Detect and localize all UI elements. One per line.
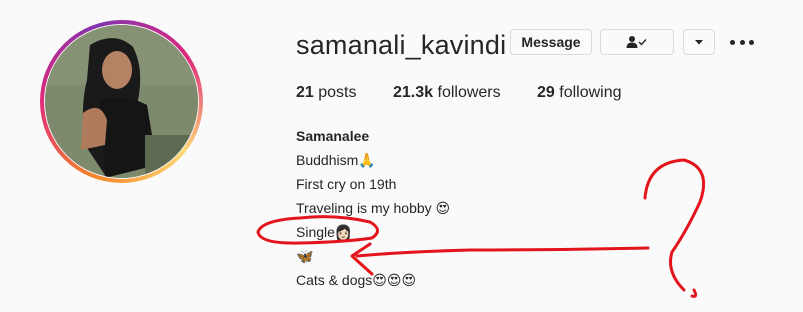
message-button[interactable]: Message: [510, 29, 592, 55]
bio-line: 🦋: [296, 248, 314, 264]
profile-picture[interactable]: [45, 25, 198, 178]
posts-stat: 21 posts: [296, 84, 357, 102]
bio-full-name: Samanalee: [296, 128, 370, 144]
dot: [749, 39, 754, 45]
posts-count: 21: [296, 84, 314, 101]
posts-label: posts: [318, 84, 357, 101]
following-label: following: [559, 84, 622, 101]
person-check-icon: [626, 36, 647, 48]
followers-label: followers: [437, 84, 501, 101]
profile-username: samanali_kavindi: [296, 30, 507, 60]
profile-photo-illustration: [45, 25, 198, 178]
profile-bio: Samanalee Buddhism🙏 First cry on 19th Tr…: [296, 124, 450, 292]
followers-count: 21.3k: [393, 84, 434, 101]
following-button[interactable]: [600, 29, 674, 55]
question-dot-annotation: [690, 288, 698, 298]
following-link[interactable]: 29 following: [537, 84, 622, 102]
followers-link[interactable]: 21.3k followers: [393, 84, 501, 102]
bio-line: Single👩🏻: [296, 224, 353, 240]
bio-line: First cry on 19th: [296, 176, 397, 192]
more-options-icon[interactable]: [730, 33, 754, 51]
following-count: 29: [537, 84, 555, 101]
bio-line: Cats & dogs😍😍😍: [296, 272, 417, 288]
bio-line: Traveling is my hobby 😍: [296, 200, 451, 216]
story-ring[interactable]: [40, 20, 203, 183]
dot: [730, 39, 735, 45]
question-mark-annotation: [643, 158, 705, 292]
chevron-down-icon: [695, 40, 703, 45]
bio-line: Buddhism🙏: [296, 152, 376, 168]
suggested-accounts-dropdown-button[interactable]: [683, 29, 715, 55]
dot: [739, 39, 745, 45]
